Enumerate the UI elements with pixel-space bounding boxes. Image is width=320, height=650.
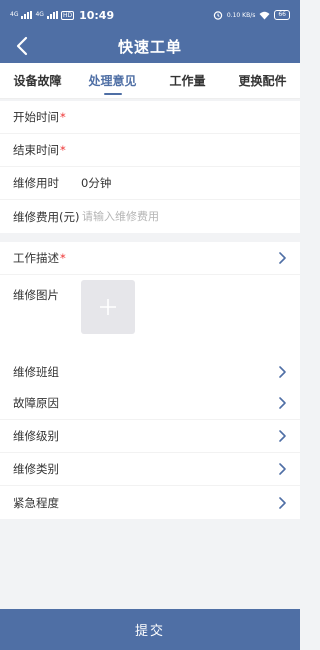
status-bar: 4G 4G HD 10:49 0.10 KB/s 66 bbox=[0, 0, 300, 30]
photos-row: 维修图片 bbox=[0, 275, 300, 355]
battery-icon: 66 bbox=[274, 10, 290, 20]
tab-label: 更换配件 bbox=[238, 74, 287, 88]
photos-label: 维修图片 bbox=[13, 288, 59, 302]
signal-label-2: 4G bbox=[35, 11, 44, 18]
duration-value: 0分钟 bbox=[81, 176, 112, 190]
urgency-label: 紧急程度 bbox=[13, 495, 59, 510]
hd-badge: HD bbox=[60, 10, 75, 20]
classification-section: 故障原因 维修级别 维修类别 紧急程度 bbox=[0, 387, 300, 519]
chevron-right-icon bbox=[279, 365, 286, 378]
status-left: 4G 4G HD 10:49 bbox=[10, 9, 114, 22]
nav-bar: 快速工单 bbox=[0, 30, 300, 63]
cost-label: 维修费用(元) bbox=[13, 209, 80, 224]
duration-row: 维修用时 0分钟 bbox=[0, 167, 300, 200]
app-header: 4G 4G HD 10:49 0.10 KB/s 66 快速工单 bbox=[0, 0, 300, 63]
chevron-right-icon bbox=[279, 252, 286, 264]
time-cost-section: 开始时间 * 结束时间 * 维修用时 0分钟 维修费用(元) bbox=[0, 101, 300, 233]
fault-cause-row[interactable]: 故障原因 bbox=[0, 387, 300, 420]
signal-label-1: 4G bbox=[10, 11, 19, 18]
chevron-right-icon bbox=[279, 463, 286, 475]
cost-input[interactable] bbox=[82, 210, 282, 223]
tab-replace-parts[interactable]: 更换配件 bbox=[225, 63, 300, 98]
tab-workload[interactable]: 工作量 bbox=[150, 63, 225, 98]
team-row[interactable]: 维修班组 bbox=[0, 355, 300, 388]
urgency-row[interactable]: 紧急程度 bbox=[0, 486, 300, 519]
alarm-icon bbox=[213, 11, 223, 20]
end-time-label: 结束时间 bbox=[13, 143, 59, 157]
tab-label: 工作量 bbox=[169, 74, 206, 88]
team-label: 维修班组 bbox=[13, 364, 59, 379]
duration-label: 维修用时 bbox=[13, 176, 59, 190]
work-desc-label: 工作描述 bbox=[13, 251, 59, 265]
end-time-row[interactable]: 结束时间 * bbox=[0, 134, 300, 167]
required-mark: * bbox=[60, 251, 66, 265]
chevron-right-icon bbox=[279, 397, 286, 409]
tab-label: 处理意见 bbox=[88, 74, 137, 88]
submit-button[interactable]: 提交 bbox=[0, 609, 300, 650]
tab-label: 设备故障 bbox=[13, 74, 62, 88]
plus-icon bbox=[100, 299, 116, 315]
cost-row: 维修费用(元) bbox=[0, 200, 300, 233]
chevron-right-icon bbox=[279, 496, 286, 509]
repair-type-row[interactable]: 维修类别 bbox=[0, 453, 300, 486]
wifi-icon bbox=[259, 11, 270, 19]
work-section: 工作描述 * 维修图片 维修班组 bbox=[0, 242, 300, 388]
required-mark: * bbox=[60, 143, 66, 157]
tab-bar: 设备故障 处理意见 工作量 更换配件 bbox=[0, 63, 300, 99]
net-speed: 0.10 KB/s bbox=[226, 11, 256, 19]
signal-icon-1 bbox=[21, 11, 33, 19]
signal-icon-2 bbox=[46, 11, 58, 19]
tab-handling-opinion[interactable]: 处理意见 bbox=[75, 63, 150, 98]
repair-type-label: 维修类别 bbox=[13, 462, 59, 476]
work-desc-row[interactable]: 工作描述 * bbox=[0, 242, 300, 275]
start-time-label: 开始时间 bbox=[13, 110, 59, 124]
clock: 10:49 bbox=[79, 8, 115, 22]
repair-level-label: 维修级别 bbox=[13, 429, 59, 443]
add-photo-button[interactable] bbox=[81, 280, 135, 334]
page-title: 快速工单 bbox=[117, 38, 182, 56]
repair-level-row[interactable]: 维修级别 bbox=[0, 420, 300, 453]
fault-cause-label: 故障原因 bbox=[13, 396, 59, 410]
back-arrow-icon[interactable] bbox=[12, 35, 34, 57]
chevron-right-icon bbox=[279, 430, 286, 442]
required-mark: * bbox=[60, 110, 66, 124]
status-right: 0.10 KB/s 66 bbox=[213, 10, 290, 20]
start-time-row[interactable]: 开始时间 * bbox=[0, 101, 300, 134]
tab-device-fault[interactable]: 设备故障 bbox=[0, 63, 75, 98]
